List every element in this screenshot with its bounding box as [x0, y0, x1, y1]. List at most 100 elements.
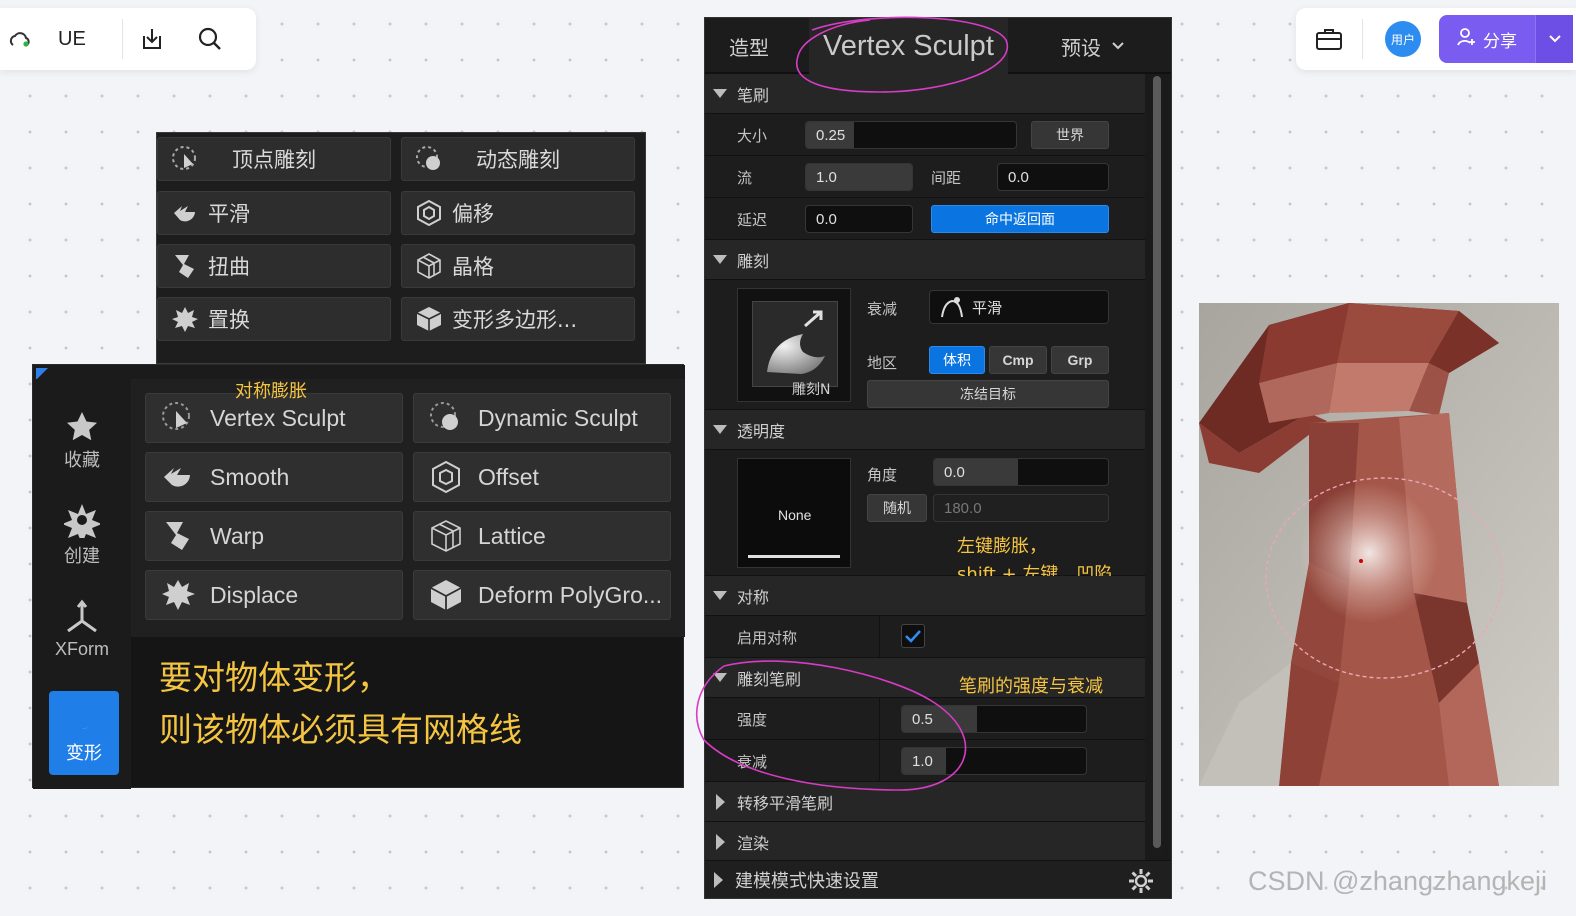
world-button[interactable]: 世界 [1031, 121, 1109, 149]
section-render[interactable]: 渲染 [705, 822, 1145, 862]
angle-field[interactable]: 0.0 [933, 458, 1109, 486]
chevron-down-icon [1112, 42, 1124, 50]
chevron-down-icon[interactable] [1535, 15, 1573, 63]
vertex-sculpt-icon [172, 146, 196, 170]
details-panel: 造型 Vertex Sculpt 预设 笔刷 大小 0.25 世界 流 1.0 … [704, 17, 1172, 899]
spacing-field[interactable]: 0.0 [997, 163, 1109, 191]
section-symmetry[interactable]: 对称 [705, 576, 1145, 616]
row-enable-symmetry: 启用对称 [705, 616, 1145, 658]
size-field[interactable]: 0.25 [805, 121, 1017, 149]
deform-polygroup-icon [416, 307, 442, 331]
search-icon[interactable] [181, 8, 239, 70]
alpha-underline [748, 555, 840, 558]
mode-button-smooth-cn[interactable]: 平滑 [157, 191, 391, 235]
displace-icon [172, 307, 198, 332]
region-grp-button[interactable]: Grp [1051, 346, 1109, 374]
annotation-symmetric-inflate: 对称膨胀 [235, 381, 307, 402]
mode-button-lattice[interactable]: Lattice [413, 511, 671, 561]
sidebar-item-deform[interactable]: 变形 [49, 691, 119, 775]
strength-slider[interactable]: 0.5 [901, 705, 1087, 733]
mode-button-dynamic-sculpt-cn[interactable]: 动态雕刻 [401, 137, 635, 181]
gear-icon[interactable] [1127, 867, 1155, 895]
details-header: 造型 Vertex Sculpt 预设 [705, 18, 1171, 74]
mode-button-displace[interactable]: Displace [145, 570, 403, 620]
xform-axis-icon [67, 599, 97, 632]
mode-button-deform-polygroup-cn[interactable]: 变形多边形... [401, 297, 635, 341]
tab-model[interactable]: 造型 [729, 18, 769, 74]
note-inflate: 左键膨胀， [957, 536, 1047, 557]
chinese-mode-panel: 顶点雕刻 动态雕刻 平滑 偏移 扭曲 晶格 置换 变形多边形... [156, 132, 646, 364]
sidebar-item-xform[interactable]: XForm [33, 589, 131, 669]
mode-button-warp-cn[interactable]: 扭曲 [157, 244, 391, 288]
row-size: 大小 0.25 世界 [705, 114, 1145, 156]
tab-vertex-sculpt[interactable]: Vertex Sculpt [809, 18, 1008, 74]
warp-icon [166, 522, 189, 550]
region-volume-button[interactable]: 体积 [929, 346, 985, 374]
section-sculpt[interactable]: 雕刻 [705, 240, 1145, 280]
note-line-1: 要对物体变形， [159, 658, 390, 697]
random-button[interactable]: 随机 [867, 494, 927, 522]
star-icon [67, 412, 97, 441]
mode-button-dynamic-sculpt[interactable]: Dynamic Sculpt [413, 393, 671, 443]
warp-icon [175, 255, 194, 278]
mode-sidebar: 收藏 创建 XForm 变形 [33, 379, 131, 789]
offset-icon [417, 199, 441, 227]
add-user-icon [1457, 27, 1477, 51]
download-icon[interactable] [123, 8, 181, 70]
lattice-icon [431, 520, 461, 552]
mode-button-deform-polygroup[interactable]: Deform PolyGro... [413, 570, 671, 620]
collapse-arrow-icon [716, 834, 725, 850]
deform-moon-icon [71, 705, 96, 730]
offset-icon [432, 460, 460, 494]
dynamic-sculpt-icon [430, 402, 458, 430]
preset-dropdown[interactable]: 预设 [1061, 18, 1125, 74]
scrollbar-thumb[interactable] [1153, 76, 1161, 848]
sculpt-brush-thumbnail[interactable]: 雕刻N [737, 288, 851, 402]
cloud-status-icon[interactable] [0, 8, 40, 70]
sidebar-item-favorites[interactable]: 收藏 [33, 401, 131, 481]
enable-symmetry-checkbox[interactable] [901, 624, 925, 648]
section-brush[interactable]: 笔刷 [705, 74, 1145, 114]
mode-button-lattice-cn[interactable]: 晶格 [401, 244, 635, 288]
sidebar-item-create[interactable]: 创建 [33, 495, 131, 575]
section-transfer-smooth-brush[interactable]: 转移平滑笔刷 [705, 782, 1145, 822]
avatar[interactable]: 用户 [1385, 21, 1421, 57]
modeling-quick-settings[interactable]: 建模模式快速设置 [705, 860, 1171, 898]
falloff-slider[interactable]: 1.0 [901, 747, 1087, 775]
mode-button-smooth[interactable]: Smooth [145, 452, 403, 502]
collapse-arrow-icon [714, 872, 723, 888]
mode-button-offset-cn[interactable]: 偏移 [401, 191, 635, 235]
expand-arrow-icon [713, 673, 727, 682]
random-angle-field[interactable]: 180.0 [933, 494, 1109, 522]
3d-viewport[interactable] [1199, 303, 1559, 786]
details-scrollbar[interactable] [1151, 76, 1163, 856]
create-icon [64, 504, 100, 538]
mode-button-warp[interactable]: Warp [145, 511, 403, 561]
collapse-arrow-icon [716, 794, 725, 810]
mode-button-vertex-sculpt-cn[interactable]: 顶点雕刻 [157, 137, 391, 181]
expand-arrow-icon [713, 425, 727, 434]
expand-arrow-icon [713, 89, 727, 98]
share-button[interactable]: 分享 [1439, 15, 1535, 63]
note-line-2: 则该物体必须具有网格线 [159, 710, 522, 749]
freeze-target-button[interactable]: 冻结目标 [867, 380, 1109, 408]
checkmark-icon [905, 630, 921, 643]
alpha-thumbnail[interactable]: None [737, 458, 851, 568]
mode-button-offset[interactable]: Offset [413, 452, 671, 502]
region-cmp-button[interactable]: Cmp [989, 346, 1047, 374]
english-mode-panel: 收藏 创建 XForm 变形 Vertex Sculpt Dynamic Scu… [32, 364, 685, 789]
mode-button-displace-cn[interactable]: 置换 [157, 297, 391, 341]
note-strength-falloff: 笔刷的强度与衰减 [959, 676, 1103, 697]
lag-field[interactable]: 0.0 [805, 205, 913, 233]
expand-arrow-icon [713, 591, 727, 600]
flow-field[interactable]: 1.0 [805, 163, 913, 191]
expand-arrow-icon [713, 255, 727, 264]
row-strength: 强度 0.5 [705, 698, 1145, 740]
falloff-dropdown[interactable]: 平滑 [929, 290, 1109, 324]
hit-back-faces-button[interactable]: 命中返回面 [931, 205, 1109, 233]
briefcase-icon[interactable] [1296, 8, 1362, 70]
row-falloff: 衰减 1.0 [705, 740, 1145, 782]
section-alpha[interactable]: 透明度 [705, 410, 1145, 450]
sculpt-brush-icon [767, 310, 825, 374]
dynamic-sculpt-icon [416, 146, 440, 170]
